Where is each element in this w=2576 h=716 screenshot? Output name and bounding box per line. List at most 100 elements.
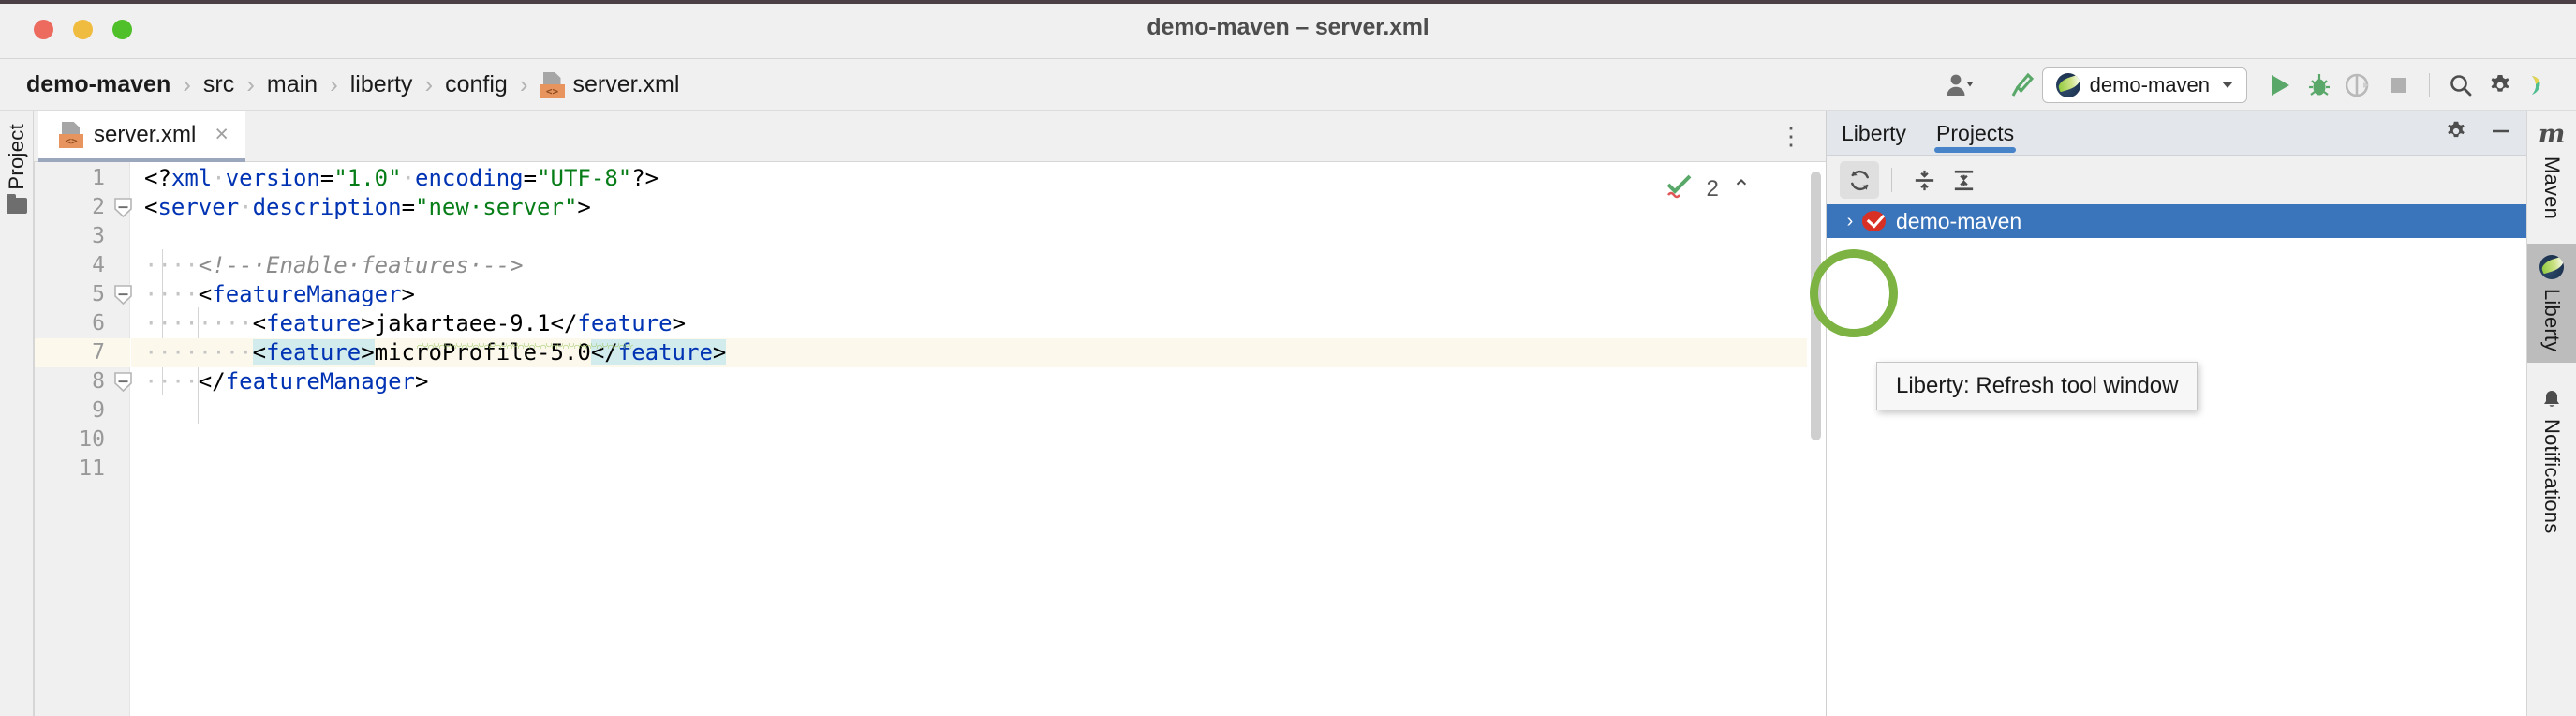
breadcrumb-item-src[interactable]: src: [203, 71, 234, 98]
breadcrumb-item-main[interactable]: main: [267, 71, 318, 98]
sidebar-item-notifications[interactable]: Notifications: [2527, 378, 2576, 544]
chevron-right-icon[interactable]: ›: [1838, 212, 1862, 231]
xml-file-icon: <>: [540, 71, 565, 98]
breadcrumb-item-project[interactable]: demo-maven: [26, 71, 170, 98]
fold-toggle-icon[interactable]: [112, 371, 134, 393]
editor-line[interactable]: 1 <?xml·version="1.0"·encoding="UTF-8"?>: [34, 164, 1826, 193]
breadcrumb-item-liberty[interactable]: liberty: [350, 71, 413, 98]
editor-line[interactable]: 9: [34, 396, 1826, 425]
editor-panel: <> server.xml × ⋮ 1 <?xml·version="1.0"·e…: [34, 111, 1826, 716]
breadcrumb-separator-icon: ›: [246, 70, 255, 98]
toolbar-divider: [1891, 168, 1892, 192]
tool-window-toolbar: [1827, 156, 2526, 204]
line-number: 2: [92, 195, 105, 219]
line-number: 4: [92, 253, 105, 277]
sidebar-item-liberty[interactable]: Liberty: [2527, 244, 2576, 364]
editor-line[interactable]: 4 ····<!--·Enable·features·-->: [34, 251, 1826, 280]
inspection-widget[interactable]: 2 ⌃: [1666, 173, 1751, 204]
folder-icon: [7, 193, 27, 214]
minimize-icon[interactable]: [2489, 119, 2513, 148]
tab-projects[interactable]: Projects: [1934, 111, 2017, 156]
account-button[interactable]: [1940, 66, 1979, 105]
chevron-up-icon[interactable]: ⌃: [1732, 177, 1751, 201]
editor-scrollbar[interactable]: [1807, 162, 1826, 716]
build-button[interactable]: [2003, 66, 2042, 105]
editor-line[interactable]: 3: [34, 222, 1826, 251]
code-editor[interactable]: 1 <?xml·version="1.0"·encoding="UTF-8"?> 2…: [34, 162, 1826, 716]
ai-assistant-icon[interactable]: [2520, 66, 2559, 105]
close-icon[interactable]: ×: [215, 123, 229, 146]
stop-button[interactable]: [2378, 66, 2418, 105]
tool-window-tabs: Liberty Projects: [1840, 111, 2017, 156]
run-with-coverage-button[interactable]: [2339, 66, 2378, 105]
line-code-bg: [131, 455, 1826, 484]
breadcrumb-item-config[interactable]: config: [445, 71, 508, 98]
breadcrumb: demo-maven › src › main › liberty › conf…: [26, 59, 679, 111]
run-configuration-label: demo-maven: [2089, 72, 2210, 97]
editor-tab-strip: <> server.xml × ⋮: [34, 111, 1826, 162]
search-icon[interactable]: [2441, 66, 2480, 105]
tree-row-demo-maven[interactable]: › demo-maven: [1827, 204, 2526, 238]
editor-line[interactable]: 5 ····<featureManager>: [34, 280, 1826, 309]
expand-all-button[interactable]: [1944, 161, 1983, 199]
line-content: ····<!--·Enable·features·-->: [144, 252, 524, 278]
fold-toggle-icon[interactable]: [112, 284, 134, 306]
projects-tree[interactable]: › demo-maven: [1827, 204, 2526, 716]
line-number: 8: [92, 369, 105, 394]
line-number: 6: [92, 311, 105, 336]
breadcrumb-separator-icon: ›: [183, 70, 191, 98]
collapse-all-button[interactable]: [1904, 161, 1944, 199]
editor-tab-server-xml[interactable]: <> server.xml ×: [38, 111, 245, 162]
navigation-bar: demo-maven › src › main › liberty › conf…: [0, 59, 2576, 111]
line-number: 9: [92, 398, 105, 423]
sidebar-item-maven-label: Maven: [2540, 157, 2564, 220]
refresh-button[interactable]: [1840, 161, 1879, 199]
editor-line[interactable]: 8 ····</featureManager>: [34, 367, 1826, 396]
line-number: 5: [92, 282, 105, 306]
debug-button[interactable]: [2300, 66, 2339, 105]
line-number: 7: [92, 340, 105, 365]
editor-line[interactable]: 11: [34, 455, 1826, 484]
title-bar: demo-maven – server.xml: [0, 0, 2576, 59]
gear-icon[interactable]: [2480, 66, 2520, 105]
sidebar-item-liberty-label: Liberty: [2540, 289, 2564, 352]
bell-icon: [2541, 389, 2562, 410]
window-title: demo-maven – server.xml: [1147, 14, 1429, 40]
editor-tab-label: server.xml: [94, 121, 197, 147]
tab-liberty[interactable]: Liberty: [1840, 111, 1908, 156]
editor-tab-options-icon[interactable]: ⋮: [1779, 124, 1803, 150]
sidebar-item-maven[interactable]: m Maven: [2527, 111, 2576, 231]
editor-line[interactable]: 2 <server·description="new·server">: [34, 193, 1826, 222]
breadcrumb-separator-icon: ›: [424, 70, 434, 98]
run-configuration-selector[interactable]: demo-maven: [2041, 67, 2247, 103]
editor-scrollbar-thumb[interactable]: [1811, 172, 1821, 440]
editor-line[interactable]: 7 ········<feature>microProfile-5.0</feat…: [34, 338, 1826, 367]
toolbar-divider: [2429, 72, 2430, 97]
gear-icon[interactable]: [2444, 119, 2468, 148]
sidebar-item-project-label: Project: [5, 124, 28, 190]
breadcrumb-item-file-label: server.xml: [572, 71, 680, 97]
window-top-edge: [0, 0, 2576, 4]
line-code-bg: [131, 222, 1826, 251]
line-number: 11: [79, 456, 105, 481]
line-code-bg: [131, 396, 1826, 425]
maven-m-icon: m: [2538, 120, 2566, 149]
right-tool-strip: m Maven Liberty Notifications: [2526, 111, 2576, 716]
inspection-ok-icon: [1666, 173, 1694, 204]
liberty-tool-window: Liberty Projects › demo-maven: [1826, 111, 2526, 716]
warning-squiggle-icon: [417, 343, 633, 349]
editor-line[interactable]: 10: [34, 425, 1826, 455]
left-tool-strip: Project: [0, 111, 34, 716]
tool-window-header-actions: [2444, 111, 2513, 156]
breadcrumb-separator-icon: ›: [330, 70, 338, 98]
fold-toggle-icon[interactable]: [112, 197, 134, 218]
tree-row-label: demo-maven: [1896, 208, 2022, 233]
line-content: ········<feature>jakartaee-9.1</feature>: [144, 310, 687, 336]
editor-line[interactable]: 6 ········<feature>jakartaee-9.1</feature…: [34, 309, 1826, 338]
run-button[interactable]: [2260, 66, 2300, 105]
line-content: ····</featureManager>: [144, 368, 429, 395]
sidebar-item-project[interactable]: Project: [0, 124, 34, 214]
xml-file-icon-label: <>: [540, 83, 565, 98]
xml-file-icon-label: <>: [59, 133, 83, 148]
breadcrumb-item-file[interactable]: <> server.xml: [540, 71, 680, 98]
